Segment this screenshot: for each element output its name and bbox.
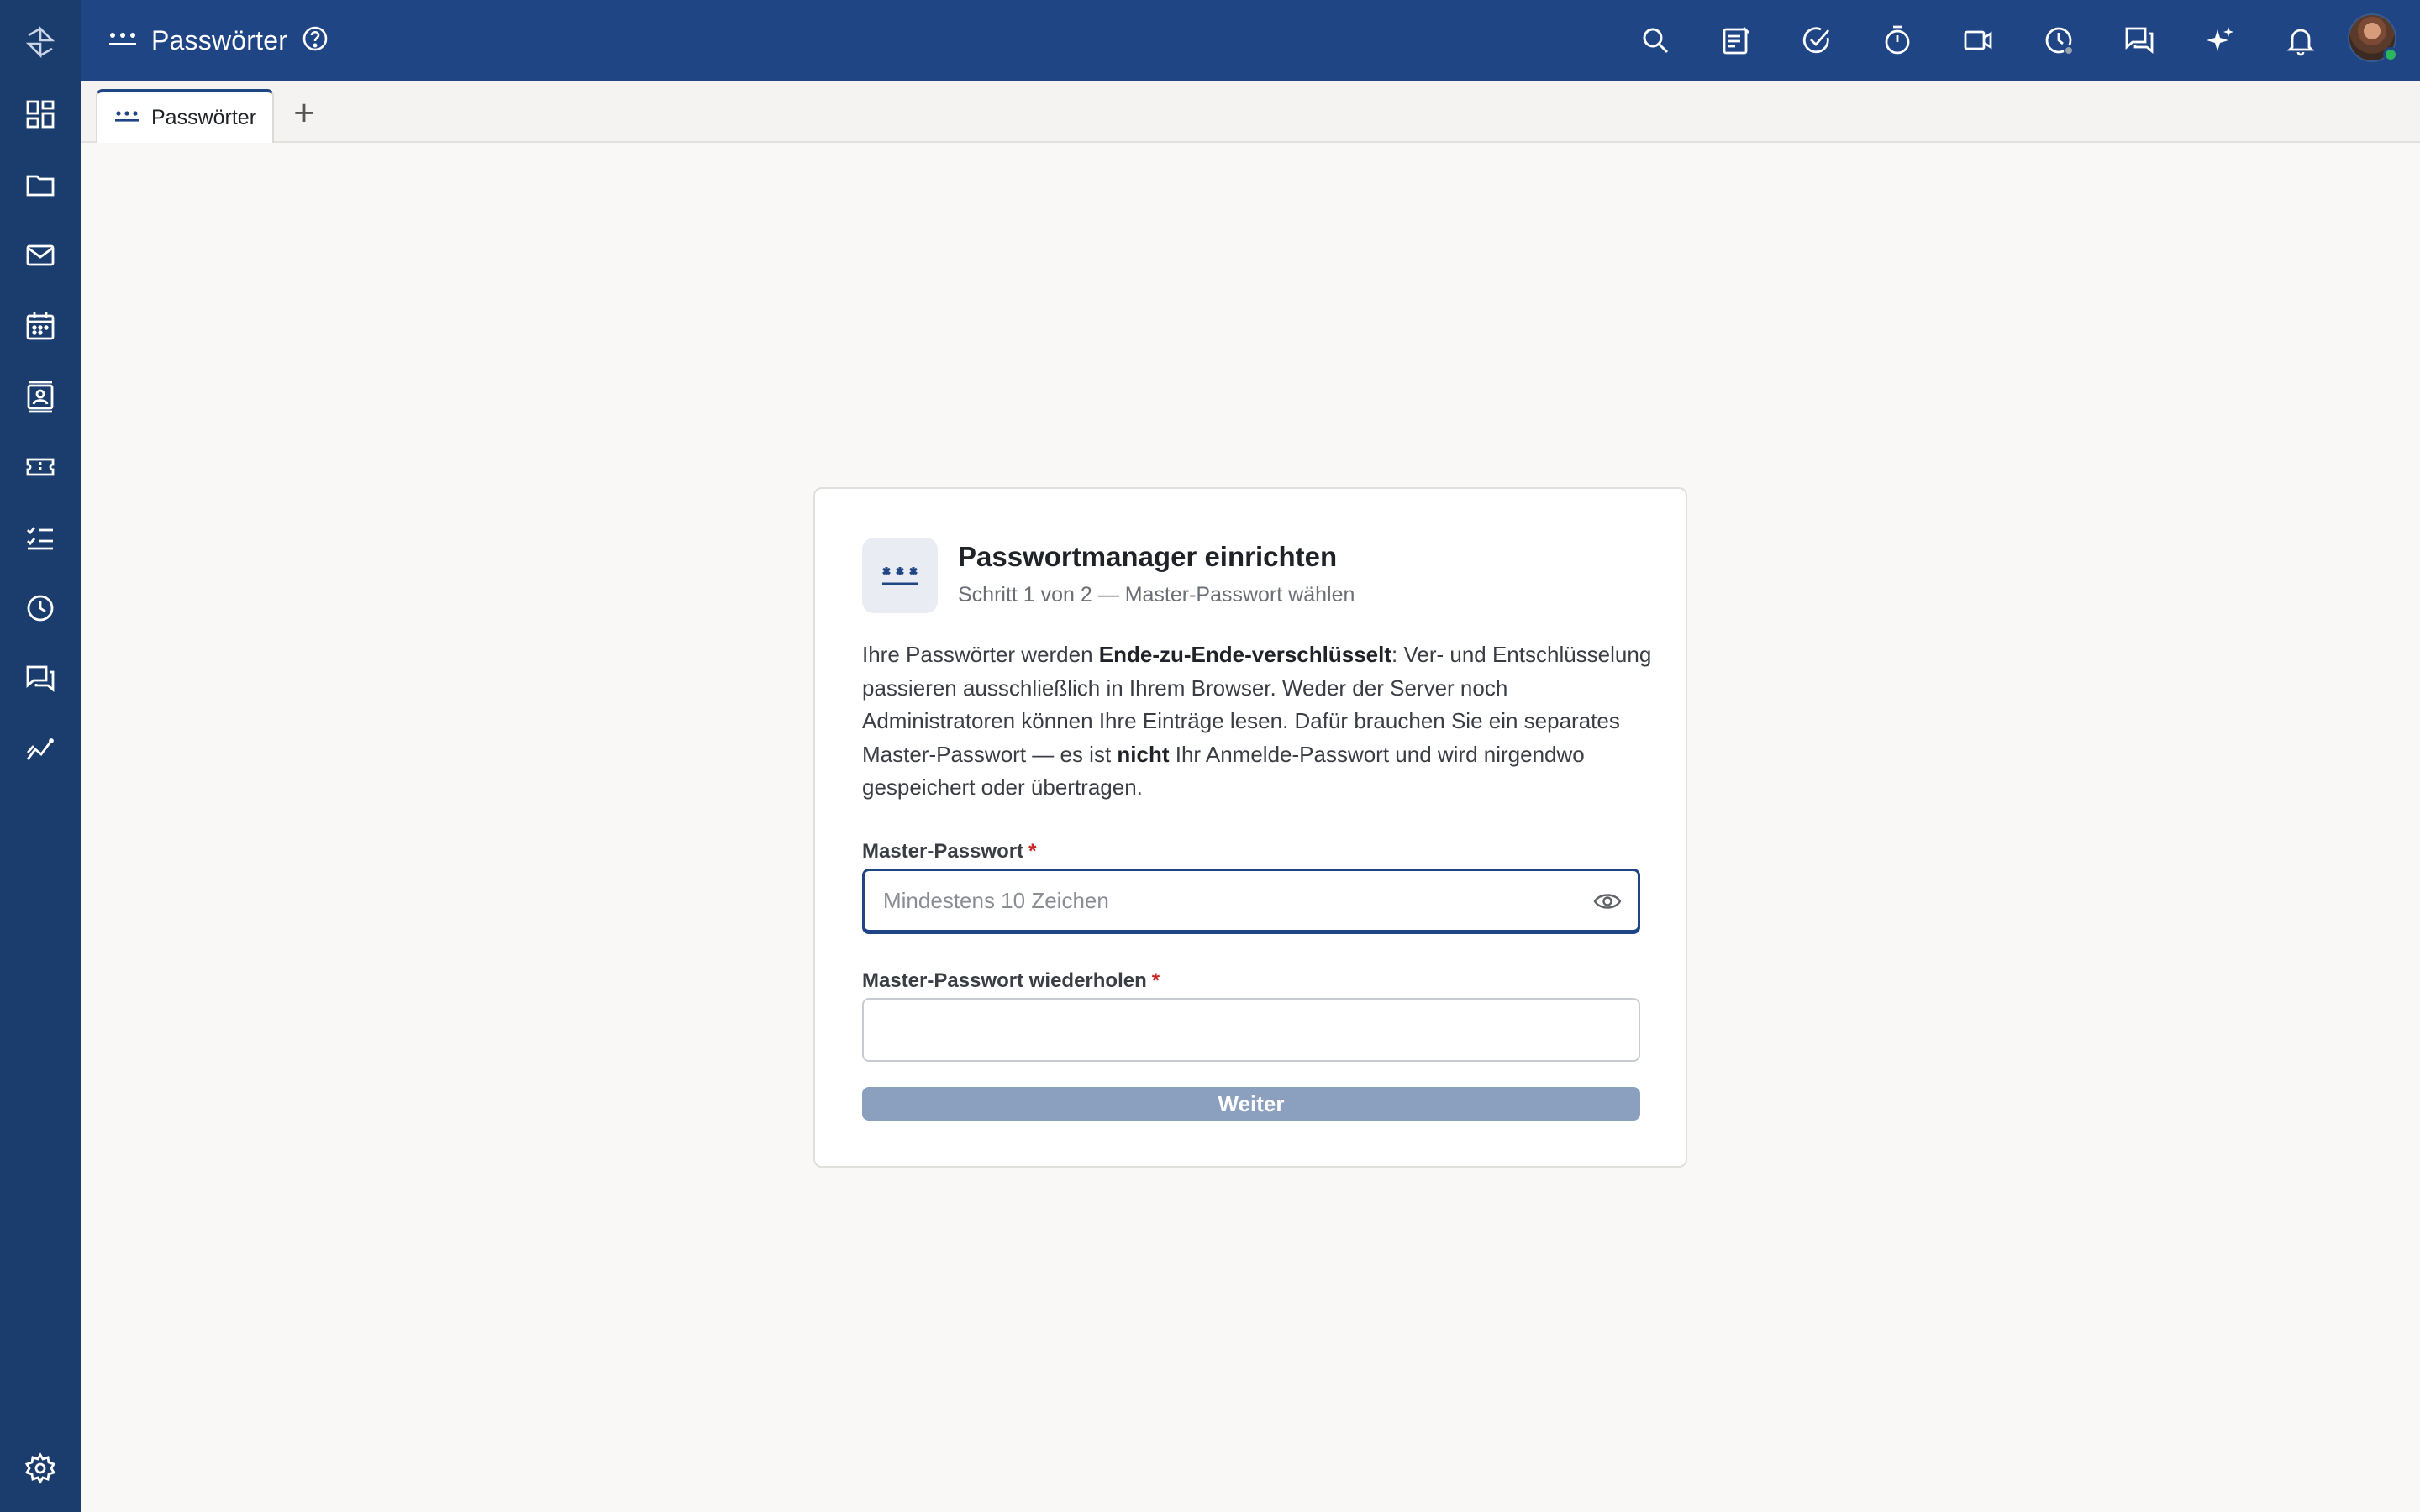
required-marker: * <box>1028 840 1037 863</box>
dashboard-icon[interactable] <box>0 79 81 150</box>
bell-icon[interactable] <box>2281 20 2321 60</box>
app-title: Passwörter <box>151 24 288 55</box>
app-title-group: Passwörter <box>108 0 329 81</box>
add-tab-button[interactable]: + <box>287 96 321 129</box>
app-logo-icon[interactable] <box>0 7 81 77</box>
tab-bar: Passwörter + <box>81 81 2420 143</box>
repeat-password-label: Master-Passwort wiederholen * <box>862 969 1160 993</box>
help-icon[interactable] <box>301 24 329 57</box>
tab-label: Passwörter <box>151 105 257 129</box>
mail-icon[interactable] <box>0 220 81 291</box>
repeat-password-field[interactable] <box>862 998 1640 1062</box>
setup-card: Passwortmanager einrichten Schritt 1 von… <box>813 487 1687 1168</box>
desc-bold-nicht: nicht <box>1117 741 1170 767</box>
desc-text-1: Ihre Passwörter werden <box>862 642 1099 667</box>
continue-button[interactable]: Weiter <box>862 1087 1640 1121</box>
password-dots-icon <box>108 29 138 53</box>
video-icon[interactable] <box>1958 20 1998 60</box>
notes-icon[interactable] <box>1716 20 1756 60</box>
repeat-password-input[interactable] <box>882 1000 1571 1058</box>
master-password-input[interactable] <box>883 871 1572 930</box>
ticket-icon[interactable] <box>0 432 81 502</box>
search-icon[interactable] <box>1635 20 1676 60</box>
password-dots-icon <box>114 108 139 129</box>
online-status-indicator <box>2383 47 2398 62</box>
desc-bold-e2e: Ende-zu-Ende-verschlüsselt <box>1098 642 1392 667</box>
repeat-password-label-text: Master-Passwort wiederholen <box>862 969 1147 992</box>
chat-icon[interactable] <box>2119 20 2160 60</box>
gear-icon[interactable] <box>0 1433 81 1504</box>
master-password-label: Master-Passwort * <box>862 840 1036 864</box>
master-password-field[interactable] <box>862 869 1640 932</box>
setup-step-subtitle: Schritt 1 von 2 — Master-Passwort wählen <box>958 583 1355 606</box>
master-password-label-text: Master-Passwort <box>862 840 1024 863</box>
password-manager-icon <box>862 538 938 613</box>
sparkle-icon[interactable] <box>2200 20 2240 60</box>
tasks-icon[interactable] <box>0 502 81 573</box>
timer-icon[interactable] <box>1877 20 1918 60</box>
show-password-eye-icon[interactable] <box>1592 886 1623 916</box>
chat-icon[interactable] <box>0 643 81 714</box>
folder-icon[interactable] <box>0 150 81 220</box>
setup-description: Ihre Passwörter werden Ende-zu-Ende-vers… <box>862 638 1652 805</box>
calendar-icon[interactable] <box>0 291 81 361</box>
contacts-icon[interactable] <box>0 361 81 432</box>
task-check-icon[interactable] <box>1797 20 1837 60</box>
clock-icon[interactable] <box>0 573 81 643</box>
tab-passwoerter[interactable]: Passwörter <box>96 89 274 143</box>
required-marker: * <box>1151 969 1160 992</box>
history-icon[interactable] <box>2039 20 2079 60</box>
setup-title: Passwortmanager einrichten <box>958 541 1338 572</box>
analytics-icon[interactable] <box>0 714 81 785</box>
top-bar: Passwörter <box>81 0 2420 81</box>
left-nav-rail <box>0 0 81 1512</box>
